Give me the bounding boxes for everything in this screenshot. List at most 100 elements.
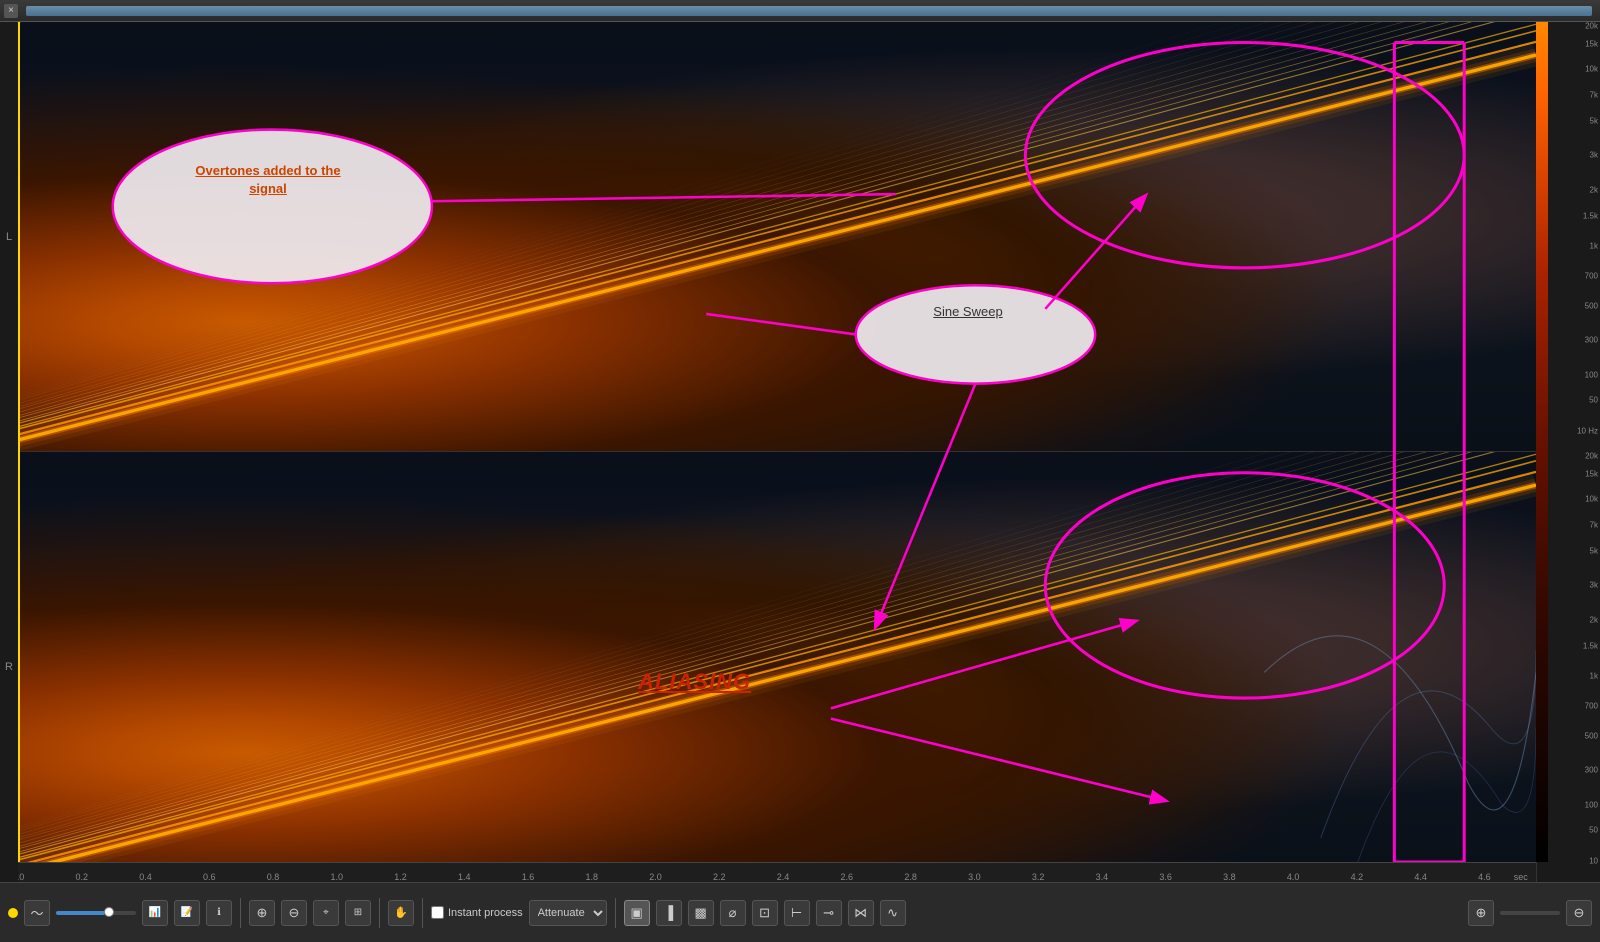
freq-label-2k: 2k [1590,185,1598,194]
hand-tool-button[interactable]: ✋ [388,900,414,926]
view-mode-btn5[interactable]: ⊢ [784,900,810,926]
time-tick-32: 3.2 [1032,872,1045,882]
freq-label-15k: 15k [1585,39,1598,48]
freq-colorbar [1536,22,1548,862]
time-tick-04: 0.4 [139,872,152,882]
view-mode-btn7[interactable]: ⋈ [848,900,874,926]
freq-label-10hz: 10 Hz [1577,426,1598,435]
freq-label-2k-b: 2k [1590,615,1598,624]
freq-label-7k: 7k [1590,91,1598,100]
time-tick-02: 0.2 [75,872,88,882]
zoom-level-slider[interactable] [1500,911,1560,915]
time-tick-42: 4.2 [1351,872,1364,882]
sweep-lines-top [18,22,1536,451]
zoom-out-right[interactable]: ⊖ [1566,900,1592,926]
channel-top[interactable] [18,22,1536,452]
freq-label-3k-b: 3k [1590,581,1598,590]
time-tick-46: 4.6 [1478,872,1491,882]
freq-label-500: 500 [1585,301,1598,310]
freq-label-7k-b: 7k [1590,521,1598,530]
close-button[interactable]: × [4,4,18,18]
time-tick-06: 0.6 [203,872,216,882]
freq-label-100-b: 100 [1585,800,1598,809]
freq-label-20k-b: 20k [1585,452,1598,461]
time-tick-38: 3.8 [1223,872,1236,882]
freq-label-700-b: 700 [1585,701,1598,710]
time-tick-12: 1.2 [394,872,407,882]
freq-label-50-b: 50 [1589,826,1598,835]
view-mode-btn4[interactable]: ⊡ [752,900,778,926]
time-tick-40: 4.0 [1287,872,1300,882]
view-mode-btn8[interactable]: ∿ [880,900,906,926]
waveform-view-button[interactable]: 📊 [142,900,168,926]
freq-label-10k-b: 10k [1585,495,1598,504]
freq-label-300-b: 300 [1585,766,1598,775]
view-mode-btn1[interactable]: ▐ [656,900,682,926]
freq-label-10k: 10k [1585,65,1598,74]
sep4 [615,898,616,928]
sep3 [422,898,423,928]
channel-l-label: L [6,231,12,243]
time-tick-sec: sec [1514,872,1528,882]
freq-label-10hz-b: 10 [1589,856,1598,865]
channel-bottom[interactable] [18,452,1536,882]
zoom-fit-button[interactable]: ⌖ [313,900,339,926]
channel-r-label: R [5,661,13,673]
time-tick-26: 2.6 [841,872,854,882]
time-ruler: 0.0 0.2 0.4 0.6 0.8 1.0 1.2 1.4 1.6 1.8 … [18,862,1536,882]
view-mode-btn3[interactable]: ⌀ [720,900,746,926]
freq-label-20k: 20k [1585,22,1598,31]
freq-label-700: 700 [1585,271,1598,280]
view-mode-btn6[interactable]: ⊸ [816,900,842,926]
zoom-sel-button[interactable]: ⊞ [345,900,371,926]
time-tick-16: 1.6 [522,872,535,882]
freq-label-50: 50 [1589,396,1598,405]
time-tick-34: 3.4 [1096,872,1109,882]
zoom-out-button[interactable]: ⊖ [281,900,307,926]
freq-label-5k: 5k [1590,116,1598,125]
freq-label-300: 300 [1585,336,1598,345]
top-toolbar: × [0,0,1600,22]
time-tick-14: 1.4 [458,872,471,882]
info-button[interactable]: ℹ [206,900,232,926]
time-tick-36: 3.6 [1159,872,1172,882]
zoom-in-right[interactable]: ⊕ [1468,900,1494,926]
instant-process-wrap: Instant process [431,906,523,919]
select-mode-btn[interactable]: ▣ [624,900,650,926]
view-mode-btn2[interactable]: ▩ [688,900,714,926]
top-scrollbar[interactable] [26,6,1592,16]
spectrogram-container[interactable] [18,22,1536,882]
sweep-lines-bottom [18,452,1536,882]
instant-process-checkbox[interactable] [431,906,444,919]
time-tick-08: 0.8 [267,872,280,882]
freq-label-1k: 1k [1590,241,1598,250]
freq-label-15k2-b: 1.5k [1583,641,1598,650]
time-tick-30: 3.0 [968,872,981,882]
main-area: L R [0,22,1600,882]
time-tick-22: 2.2 [713,872,726,882]
freq-label-500-b: 500 [1585,731,1598,740]
freq-label-1k-b: 1k [1590,671,1598,680]
freq-label-15k-b: 15k [1585,469,1598,478]
zoom-in-button[interactable]: ⊕ [249,900,275,926]
time-tick-0: 0.0 [18,872,24,882]
right-scale-column: 20k 15k 10k 7k 5k 3k 2k 1.5k 1k 700 500 … [1536,22,1600,882]
time-tick-24: 2.4 [777,872,790,882]
sep1 [240,898,241,928]
sep2 [379,898,380,928]
time-tick-28: 2.8 [904,872,917,882]
attenuate-select[interactable]: Attenuate Boost Cut Filter [529,900,607,926]
volume-slider[interactable] [56,911,136,915]
freq-label-15k2: 1.5k [1583,211,1598,220]
time-tick-10: 1.0 [331,872,344,882]
play-indicator [8,908,18,918]
time-tick-20: 2.0 [649,872,662,882]
waveform-icon-btn[interactable]: 〜 [24,900,50,926]
notes-button[interactable]: 📝 [174,900,200,926]
freq-label-100: 100 [1585,370,1598,379]
freq-label-5k-b: 5k [1590,546,1598,555]
time-tick-44: 4.4 [1414,872,1427,882]
scrollbar-thumb [26,6,1592,16]
time-tick-18: 1.8 [586,872,599,882]
instant-process-label: Instant process [448,907,523,919]
